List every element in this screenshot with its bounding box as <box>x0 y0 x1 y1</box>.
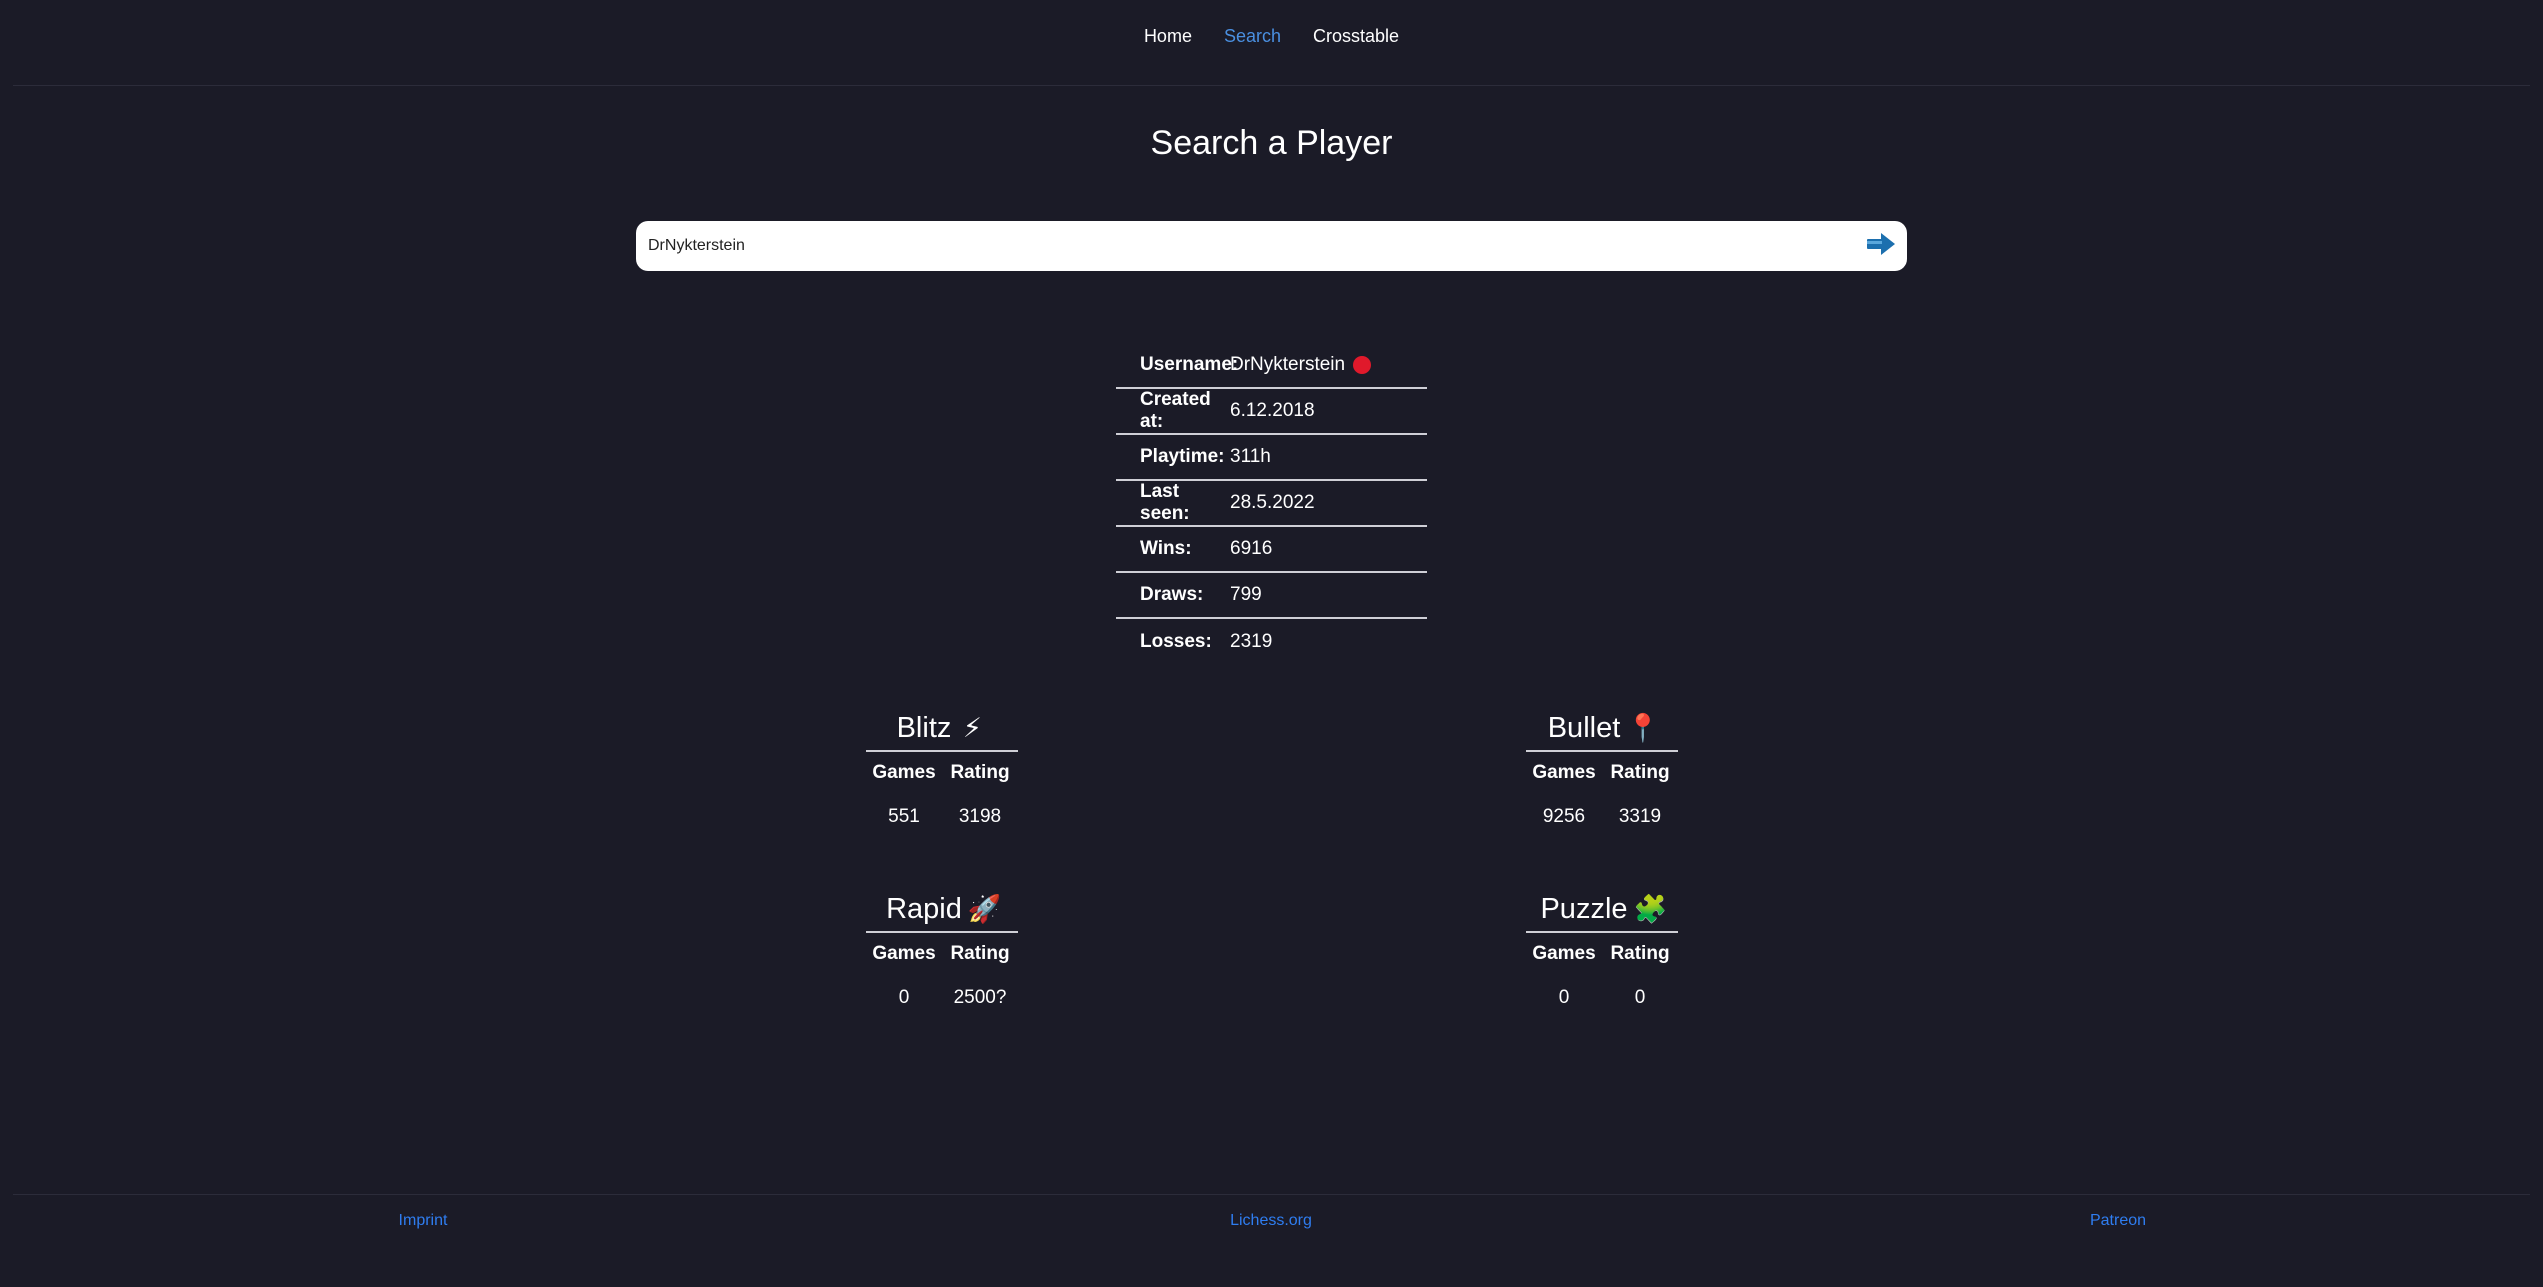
rating-header: Rating <box>1610 762 1670 783</box>
games-value: 0 <box>1558 987 1570 1008</box>
page: Home Search Crosstable Search a Player U… <box>0 0 2543 1287</box>
profile-value: 28.5.2022 <box>1230 492 1315 513</box>
mode-title: Rapid 🚀 <box>866 887 1018 933</box>
rating-value: 3198 <box>958 806 1002 827</box>
profile-value: 6.12.2018 <box>1230 400 1315 421</box>
status-dot-icon <box>1353 356 1372 374</box>
mode-header: Games Rating <box>1526 762 1678 786</box>
mode-title-label: Bullet <box>1547 712 1621 744</box>
mode-values: 551 3198 <box>866 806 1018 830</box>
games-header: Games <box>1532 943 1596 964</box>
profile-key: Losses: <box>1140 631 1212 652</box>
games-value: 9256 <box>1542 806 1586 827</box>
mode-title: Blitz ⚡ <box>866 706 1018 752</box>
rating-value: 0 <box>1634 987 1646 1008</box>
games-header: Games <box>872 762 936 783</box>
profile-row-draws: Draws: 799 <box>1116 573 1427 619</box>
games-header: Games <box>872 943 936 964</box>
profile-key: Username: <box>1140 354 1239 375</box>
footer-divider <box>13 1194 2530 1195</box>
search-input[interactable] <box>636 221 1855 271</box>
games-value: 551 <box>888 806 920 827</box>
mode-title-label: Puzzle <box>1540 893 1628 925</box>
rating-header: Rating <box>950 762 1010 783</box>
lightning-icon: ⚡ <box>962 713 982 743</box>
rocket-icon: 🚀 <box>967 894 1002 924</box>
nav-crosstable-link[interactable]: Crosstable <box>1313 26 1399 47</box>
profile-row-losses: Losses: 2319 <box>1116 619 1427 665</box>
mode-title-label: Blitz <box>896 712 952 744</box>
mode-values: 0 0 <box>1526 987 1678 1011</box>
mode-header: Games Rating <box>866 762 1018 786</box>
mode-values: 9256 3319 <box>1526 806 1678 830</box>
rating-header: Rating <box>1610 943 1670 964</box>
profile-value: 799 <box>1230 584 1262 605</box>
mode-card-blitz: Blitz ⚡ Games Rating 551 3198 <box>866 706 1018 830</box>
profile-row-playtime: Playtime: 311h <box>1116 435 1427 481</box>
arrow-right-icon <box>1866 232 1896 261</box>
profile-row-created: Created at: 6.12.2018 <box>1116 389 1427 435</box>
profile-row-last-seen: Last seen: 28.5.2022 <box>1116 481 1427 527</box>
profile-key: Draws: <box>1140 584 1204 605</box>
puzzle-piece-icon: 🧩 <box>1633 894 1668 924</box>
profile-value: 6916 <box>1230 538 1273 559</box>
profile-key: Playtime: <box>1140 446 1225 467</box>
mode-title-label: Rapid <box>886 893 962 925</box>
footer-patreon-link[interactable]: Patreon <box>2090 1212 2146 1230</box>
mode-card-puzzle: Puzzle 🧩 Games Rating 0 0 <box>1526 887 1678 1011</box>
page-title: Search a Player <box>1150 124 1393 162</box>
nav-divider <box>13 85 2530 86</box>
profile-value: 311h <box>1230 446 1271 467</box>
profile-table: Username: DrNykterstein Created at: 6.12… <box>1116 343 1427 665</box>
rating-value: 3319 <box>1618 806 1662 827</box>
mode-title: Bullet 📍 <box>1526 706 1678 752</box>
pushpin-icon: 📍 <box>1626 713 1660 743</box>
games-header: Games <box>1532 762 1596 783</box>
search-bar <box>636 221 1907 271</box>
mode-card-rapid: Rapid 🚀 Games Rating 0 2500? <box>866 887 1018 1011</box>
profile-key: Created at: <box>1140 389 1211 432</box>
nav-home-link[interactable]: Home <box>1144 26 1192 47</box>
mode-values: 0 2500? <box>866 987 1018 1011</box>
rating-header: Rating <box>950 943 1010 964</box>
footer: Imprint Lichess.org Patreon <box>0 1212 2543 1236</box>
games-value: 0 <box>898 987 910 1008</box>
top-nav: Home Search Crosstable <box>0 0 2543 72</box>
footer-imprint-link[interactable]: Imprint <box>399 1212 448 1230</box>
mode-header: Games Rating <box>1526 943 1678 967</box>
profile-row-wins: Wins: 6916 <box>1116 527 1427 573</box>
profile-value: DrNykterstein <box>1230 354 1372 376</box>
profile-value: 2319 <box>1230 631 1273 652</box>
mode-card-bullet: Bullet 📍 Games Rating 9256 3319 <box>1526 706 1678 830</box>
profile-row-username: Username: DrNykterstein <box>1116 343 1427 389</box>
username-value: DrNykterstein <box>1230 354 1346 375</box>
search-submit-button[interactable] <box>1855 221 1907 271</box>
nav-search-link[interactable]: Search <box>1224 26 1281 47</box>
profile-key: Last seen: <box>1140 481 1190 524</box>
mode-title: Puzzle 🧩 <box>1526 887 1678 933</box>
rating-value: 2500? <box>953 987 1007 1008</box>
mode-header: Games Rating <box>866 943 1018 967</box>
footer-lichess-link[interactable]: Lichess.org <box>1230 1212 1312 1230</box>
profile-key: Wins: <box>1140 538 1192 559</box>
